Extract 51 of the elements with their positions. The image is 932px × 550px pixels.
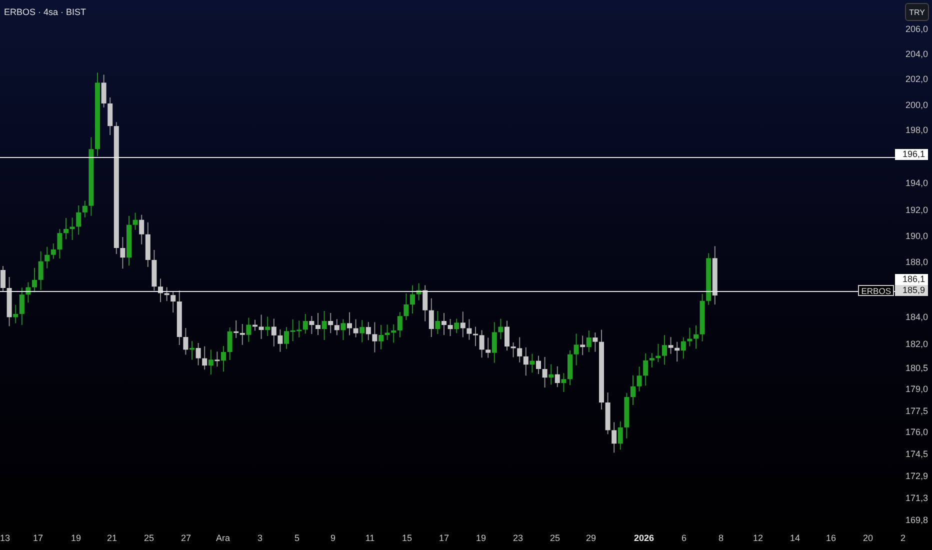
time-axis-label: Ara: [216, 533, 230, 543]
symbol-label: ERBOS: [858, 285, 894, 296]
time-axis-label: 16: [826, 533, 836, 543]
time-axis-label: 25: [550, 533, 560, 543]
price-axis-label: 190,0: [905, 231, 928, 242]
price-axis-label: 206,0: [905, 24, 928, 35]
price-axis-label: 198,0: [905, 125, 928, 136]
time-axis-label: 5: [294, 533, 300, 543]
time-axis-label: 13: [0, 533, 10, 543]
time-axis-label: 29: [586, 533, 596, 543]
price-axis-label: 192,0: [905, 205, 928, 216]
time-axis-label: 9: [330, 533, 336, 543]
time-axis-label: 14: [790, 533, 800, 543]
time-axis-label: 3: [258, 533, 262, 543]
last-price-label: 185,9: [895, 285, 928, 296]
price-axis-label: 180,5: [905, 363, 928, 374]
time-axis-label: 17: [439, 533, 449, 543]
price-axis-label: 176,0: [905, 427, 928, 438]
time-axis-label: 2: [900, 533, 906, 543]
time-axis-label: 6: [682, 533, 686, 543]
price-axis-label: 184,0: [905, 312, 928, 323]
horizontal-line[interactable]: [0, 157, 896, 158]
time-axis-label: 12: [753, 533, 763, 543]
price-axis-label: 202,0: [905, 74, 928, 85]
price-axis-label: 169,8: [905, 515, 928, 526]
time-axis-label: 21: [107, 533, 117, 543]
price-axis-label: 171,3: [905, 493, 928, 504]
price-axis-label: 188,0: [905, 257, 928, 268]
time-axis-label: 19: [476, 533, 486, 543]
time-axis-label: 11: [365, 533, 375, 543]
time-axis-label: 19: [71, 533, 81, 543]
price-axis-label: 179,0: [905, 384, 928, 395]
price-axis-label: 172,9: [905, 471, 928, 482]
chart-title: ERBOS · 4sa · BIST: [4, 7, 86, 17]
price-axis-label: 177,5: [905, 406, 928, 417]
time-axis-label: 25: [144, 533, 154, 543]
price-axis-label: 174,5: [905, 449, 928, 460]
price-axis-label: 204,0: [905, 49, 928, 60]
price-axis-label: 182,0: [905, 339, 928, 350]
time-axis-label: 8: [718, 533, 724, 543]
price-axis-label: 200,0: [905, 100, 928, 111]
time-axis-label: 2026: [634, 533, 654, 543]
time-axis-label: 15: [402, 533, 412, 543]
currency-button[interactable]: TRY: [905, 3, 929, 21]
high-price-label: 186,1: [895, 274, 928, 285]
price-axis-label: 194,0: [905, 178, 928, 189]
level-price-label: 196,1: [895, 149, 928, 160]
time-axis-label: 23: [513, 533, 523, 543]
time-axis-label: 20: [863, 533, 873, 543]
time-axis-label: 17: [33, 533, 43, 543]
time-axis-label: 27: [181, 533, 191, 543]
